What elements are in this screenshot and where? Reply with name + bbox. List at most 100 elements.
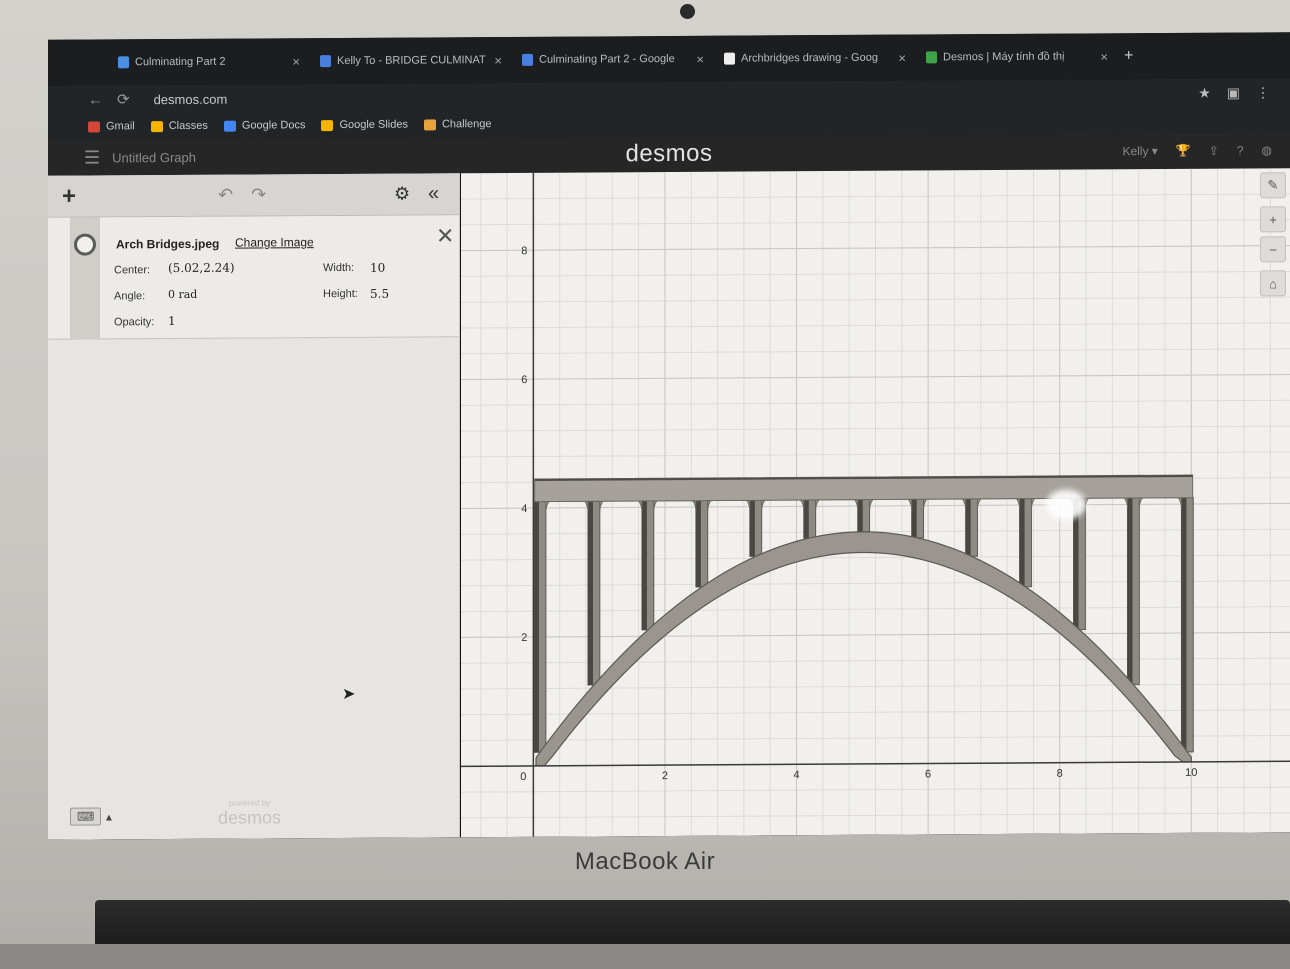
home-icon[interactable]: ⌂ (1260, 270, 1286, 297)
x-tick-label: 0 (520, 771, 526, 783)
graph-tools: ✎ + − ⌂ (1256, 168, 1290, 298)
browser-tab[interactable]: Culminating Part 2 - Google × (512, 44, 714, 75)
expression-panel: + ↶ ↷ ⚙ « Arch Bridges.jpeg Change Image… (48, 173, 460, 840)
user-name: Kelly (1122, 144, 1149, 159)
extension-icon[interactable]: ▣ (1227, 84, 1240, 101)
bridge-pillar-shadow (1019, 498, 1025, 587)
bridge-pillar-shadow (749, 500, 755, 557)
browser-tab[interactable]: Archbridges drawing - Goog × (714, 42, 916, 73)
bookmark-label: Gmail (106, 120, 135, 133)
bookmark-item[interactable]: Gmail (88, 120, 135, 132)
keyboard-icon[interactable]: ⌨ (70, 807, 102, 826)
angle-value[interactable]: 0 rad (168, 288, 197, 301)
share-icon[interactable]: ⇪ (1209, 144, 1219, 158)
user-menu[interactable]: Kelly ▾ (1122, 144, 1157, 158)
expression-toolbar: + ↶ ↷ ⚙ « (48, 173, 459, 218)
wrench-icon[interactable]: ✎ (1260, 172, 1286, 199)
url-field[interactable]: desmos.com (154, 91, 228, 106)
redo-icon[interactable]: ↷ (251, 184, 266, 205)
x-tick-label: 6 (925, 768, 931, 780)
laptop-hinge (95, 900, 1290, 944)
tab-favicon-icon (522, 53, 533, 66)
opacity-value[interactable]: 1 (168, 314, 176, 328)
graph-title[interactable]: Untitled Graph (112, 149, 196, 165)
center-label: Center: (114, 264, 151, 277)
new-tab-button[interactable]: + (1124, 47, 1133, 65)
y-tick-label: 2 (521, 632, 527, 644)
height-label: Height: (323, 287, 358, 301)
tab-close-icon[interactable]: × (292, 54, 300, 69)
tab-close-icon[interactable]: × (1100, 49, 1108, 64)
hamburger-menu-icon[interactable]: ☰ (84, 147, 100, 168)
collapse-panel-icon[interactable]: « (428, 182, 439, 205)
x-tick-label: 2 (662, 770, 668, 782)
screen-glare (1046, 489, 1086, 520)
bridge-pillar-shadow (587, 501, 593, 685)
graph-canvas[interactable]: 0 2 4 6 8 10 2 4 6 8 (461, 168, 1290, 838)
y-tick-label: 4 (521, 503, 527, 515)
delete-expression-icon[interactable]: ✕ (436, 223, 454, 249)
bridge-pillar-shadow (803, 499, 809, 539)
browser-tab[interactable]: Desmos | Máy tính đồ thị × (916, 41, 1118, 72)
desk-surface (0, 944, 1290, 969)
reload-icon[interactable]: ⟳ (117, 90, 130, 108)
image-name: Arch Bridges.jpeg (116, 236, 220, 252)
trophy-icon[interactable]: 🏆 (1176, 144, 1191, 158)
change-image-link[interactable]: Change Image (235, 235, 314, 249)
zoom-out-icon[interactable]: − (1260, 236, 1286, 263)
tab-label: Desmos | Máy tính đồ thị (943, 50, 1065, 64)
bridge-pillar-shadow (1181, 497, 1187, 752)
width-value[interactable]: 10 (370, 261, 385, 275)
browser-tab[interactable]: Culminating Part 2 × (108, 46, 310, 77)
powered-by-desmos: powered by desmos (218, 798, 281, 828)
webcam (680, 4, 695, 19)
bookmark-label: Google Docs (241, 119, 306, 132)
help-icon[interactable]: ? (1237, 143, 1244, 157)
height-value[interactable]: 5.5 (370, 287, 389, 301)
bookmark-label: Challenge (441, 118, 492, 131)
bookmark-item[interactable]: Challenge (423, 118, 492, 131)
bridge-image[interactable] (533, 474, 1194, 767)
bookmark-label: Classes (168, 119, 208, 133)
tab-close-icon[interactable]: × (696, 51, 704, 66)
tab-favicon-icon (118, 56, 129, 69)
star-icon[interactable]: ★ (1198, 84, 1211, 101)
tab-label: Archbridges drawing - Goog (741, 51, 878, 65)
powered-by-label: powered by (228, 798, 271, 808)
bridge-pillar-shadow (911, 499, 917, 538)
graph-paper[interactable]: 0 2 4 6 8 10 2 4 6 8 ✎ + − ⌂ (461, 168, 1290, 838)
bridge-pillar-shadow (534, 501, 540, 753)
tab-favicon-icon (724, 52, 735, 65)
back-icon[interactable]: ← (88, 91, 103, 108)
menu-dots-icon[interactable]: ⋮ (1256, 84, 1270, 101)
zoom-in-icon[interactable]: + (1260, 206, 1286, 233)
bookmark-item[interactable]: Classes (150, 119, 208, 133)
center-value[interactable]: (5.02,2.24) (168, 261, 235, 275)
browser-tab[interactable]: Kelly To - BRIDGE CULMINAT × (310, 45, 512, 76)
add-item-button[interactable]: + (62, 182, 76, 210)
bookmark-icon (423, 118, 436, 130)
bridge-main-arch (535, 531, 1192, 767)
bookmark-item[interactable]: Google Slides (321, 119, 408, 132)
bridge-pillar-shadow (965, 498, 971, 557)
keyboard-toggle-arrow-icon[interactable]: ▲ (104, 812, 114, 823)
bridge-pillar-shadow (1127, 497, 1133, 685)
visibility-toggle[interactable] (74, 233, 96, 256)
settings-gear-icon[interactable]: ⚙ (394, 184, 410, 205)
image-expression-item[interactable]: Arch Bridges.jpeg Change Image ✕ Center:… (48, 215, 459, 340)
x-tick-label: 8 (1057, 768, 1063, 780)
x-tick-label: 4 (793, 769, 799, 781)
bridge-pillar-shadow (641, 500, 647, 630)
globe-icon[interactable]: ◍ (1262, 143, 1272, 157)
tab-favicon-icon (926, 51, 937, 64)
undo-icon[interactable]: ↶ (218, 185, 233, 206)
tab-close-icon[interactable]: × (898, 50, 906, 65)
angle-label: Angle: (114, 290, 146, 303)
bookmark-icon (88, 120, 100, 133)
tab-label: Kelly To - BRIDGE CULMINAT (337, 54, 486, 68)
opacity-label: Opacity: (114, 316, 155, 329)
y-tick-label: 8 (521, 245, 527, 257)
bookmark-item[interactable]: Google Docs (223, 119, 306, 132)
bookmark-icon (223, 120, 236, 132)
tab-close-icon[interactable]: × (494, 53, 502, 68)
